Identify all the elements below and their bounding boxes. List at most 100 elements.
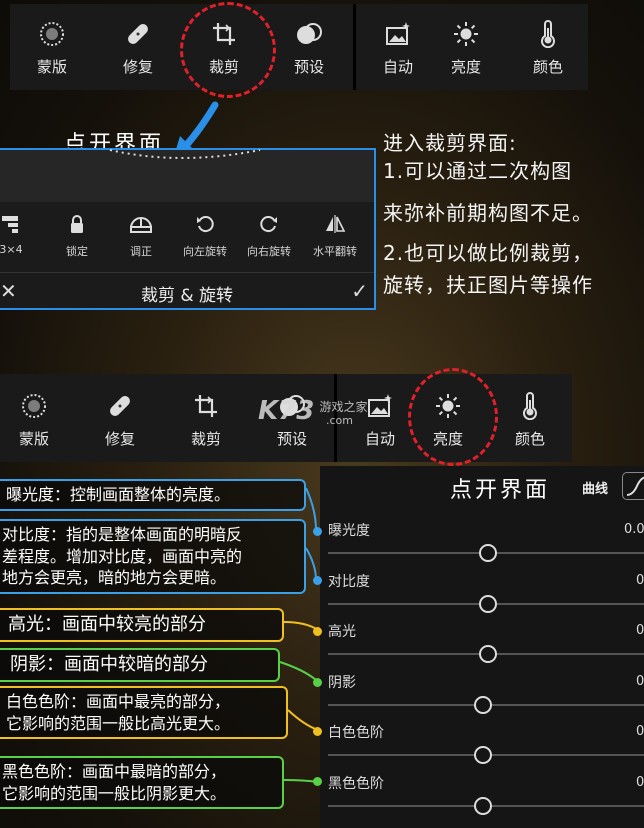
connector-dot (313, 727, 322, 736)
brightness-panel: 点开界面 曲线 曝光度 0.00 对比度 0 高光 0 阴影 0 白色色阶 0 黑色色阶 0 (320, 466, 644, 828)
crop-tool-straighten-label: 调正 (130, 245, 152, 258)
crop-info-line2: 1.可以通过二次构图 (383, 159, 573, 183)
crop-tool-lock-label: 锁定 (66, 245, 88, 258)
annotation-blacks: 黑色色阶：画面中最暗的部分， 它影响的范围一般比阴影更大。 (0, 756, 284, 810)
slider-knob[interactable] (474, 796, 492, 815)
crop-panel-title: 裁剪 & 旋转 (140, 286, 234, 306)
slider-knob[interactable] (479, 594, 497, 613)
connector-dot (313, 777, 322, 786)
tool-auto-label: 自动 (364, 430, 395, 448)
watermark-domain: .com (326, 414, 353, 427)
tool-brightness-label: 亮度 (450, 58, 481, 76)
curve-label[interactable]: 曲线 (582, 478, 608, 497)
tool-color[interactable]: 颜色 (508, 20, 588, 77)
bandage-icon (110, 396, 130, 416)
slider-value: 0 (636, 623, 644, 638)
bandage-icon (128, 24, 148, 44)
thermometer-icon (523, 392, 537, 420)
annotation-highlights: 高光：画面中较亮的部分 (0, 608, 284, 643)
tool-preset[interactable]: 预设 (269, 20, 349, 77)
annotation-contrast-line2: 差程度。增加对比度，画面中亮的 (2, 546, 243, 566)
slider-knob[interactable] (474, 695, 492, 714)
annotation-blacks-line1: 黑色色阶：画面中最暗的部分， (2, 762, 227, 781)
annotation-connectors (279, 487, 319, 783)
tool-heal[interactable]: 修复 (98, 20, 178, 77)
slider-knob[interactable] (474, 746, 492, 764)
crop-info-line3: 来弥补前期构图不足。 (383, 201, 593, 225)
annotation-shadows-text: 阴影：画面中较暗的部分 (10, 654, 208, 675)
tool-brightness[interactable]: 亮度 (426, 20, 506, 77)
rotate-left-icon (197, 216, 214, 233)
tool-heal[interactable]: 修复 (80, 392, 160, 449)
top-toolbar: 蒙版 修复 裁剪 预设 自动 亮度 颜色 (10, 4, 588, 90)
annotation-contrast: 对比度：指的是整体画面的明暗反 差程度。增加对比度，画面中亮的 地方会更亮，暗的… (0, 519, 306, 594)
crop-info-line1: 进入裁剪界面: (383, 131, 517, 155)
tool-color-label: 颜色 (532, 58, 563, 76)
crop-tool-rotate-right[interactable]: 向右旋转 (236, 214, 302, 259)
crop-tool-ratio-label: 3×4 (0, 243, 23, 256)
mask-icon (22, 394, 46, 418)
crop-tool-rotate-left[interactable]: 向左旋转 (172, 214, 238, 259)
tool-color-label: 颜色 (514, 430, 545, 448)
crop-tool-flip[interactable]: 水平翻转 (300, 214, 370, 259)
connector-dot (313, 678, 322, 687)
crop-panel: 3×4 锁定 调正 向左旋转 向右旋转 水平翻转 ✕ 裁剪 & 旋转 ✓ (0, 148, 376, 310)
thermometer-icon (541, 20, 555, 48)
slider-value: 0 (636, 774, 644, 790)
mask-icon (40, 22, 64, 46)
rotate-right-icon (260, 216, 277, 233)
annotation-shadows: 阴影：画面中较暗的部分 (0, 648, 280, 683)
annotation-whites: 白色色阶：画面中最亮的部分， 它影响的范围一般比高光更大。 (0, 686, 288, 740)
annotation-highlights-text: 高光：画面中较亮的部分 (8, 614, 206, 635)
preset-icon (297, 23, 322, 44)
tool-auto-label: 自动 (382, 58, 413, 76)
slider-label: 黑色色阶 (328, 775, 384, 792)
annotation-exposure-text: 曝光度：控制画面整体的亮度。 (6, 485, 231, 504)
slider-knob[interactable] (479, 544, 497, 562)
lock-icon (71, 215, 83, 233)
tool-mask[interactable]: 蒙版 (0, 392, 74, 449)
slider-label: 白色色阶 (328, 725, 384, 741)
crop-tool-rotate-right-label: 向右旋转 (247, 245, 291, 258)
confirm-icon[interactable]: ✓ (351, 279, 368, 303)
slider-value: 0 (636, 724, 644, 739)
tool-preset-label: 预设 (276, 430, 307, 448)
connector-dot (313, 527, 322, 536)
tool-mask-label: 蒙版 (18, 430, 49, 448)
tool-crop[interactable]: 裁剪 (166, 392, 246, 449)
tool-crop-label: 裁剪 (190, 430, 221, 448)
watermark-brand: K73 (258, 396, 315, 426)
curve-icon (626, 476, 644, 496)
annotation-blacks-line2: 它影响的范围一般比阴影更大。 (2, 783, 227, 803)
tool-heal-label: 修复 (104, 430, 135, 448)
slider-label: 阴影 (328, 674, 356, 691)
crop-tool-lock[interactable]: 锁定 (44, 214, 110, 259)
slider-value: 0.00 (624, 522, 644, 537)
tool-mask-label: 蒙版 (36, 58, 67, 76)
crop-tool-ratio[interactable]: 3×4 (0, 214, 44, 256)
auto-icon (386, 22, 410, 45)
annotation-exposure: 曝光度：控制画面整体的亮度。 (0, 479, 306, 511)
annotation-whites-line1: 白色色阶：画面中最亮的部分， (6, 692, 231, 711)
watermark-site: 游戏之家 (319, 400, 368, 414)
tool-color[interactable]: 颜色 (490, 392, 570, 449)
tool-mask[interactable]: 蒙版 (12, 20, 92, 77)
curve-button[interactable] (622, 472, 644, 500)
annotation-whites-line2: 它影响的范围一般比高光更大。 (6, 713, 231, 733)
crop-preview-area (0, 149, 374, 202)
flip-horizontal-icon (326, 215, 346, 233)
slider-value: 0 (636, 572, 644, 588)
dotted-arc (109, 149, 261, 159)
tool-preset-label: 预设 (293, 58, 324, 76)
straighten-icon (130, 217, 152, 233)
watermark: K73 游戏之家 .com (258, 396, 367, 427)
annotation-contrast-line1: 对比度：指的是整体画面的明暗反 (2, 525, 243, 544)
slider-label: 对比度 (328, 573, 370, 590)
tool-heal-label: 修复 (122, 58, 153, 76)
crop-info: 进入裁剪界面: 1.可以通过二次构图 来弥补前期构图不足。 2.也可以做比例裁剪… (383, 130, 644, 298)
slider-knob[interactable] (479, 645, 497, 663)
crop-icon (195, 395, 217, 417)
slider-value: 0 (636, 673, 644, 689)
crop-tool-straighten[interactable]: 调正 (108, 214, 174, 259)
ratio-icon (2, 216, 18, 233)
